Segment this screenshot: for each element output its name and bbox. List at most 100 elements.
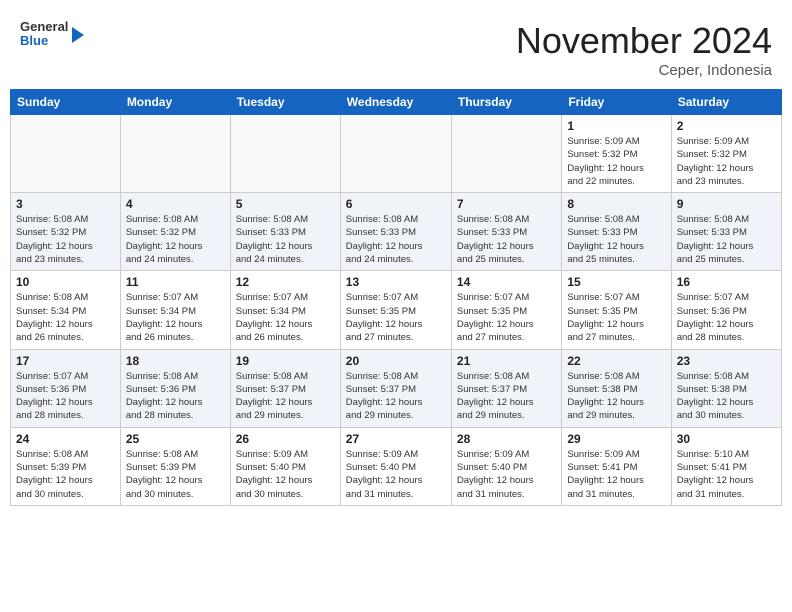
- day-info: Sunrise: 5:07 AM Sunset: 5:35 PM Dayligh…: [346, 291, 446, 344]
- day-number: 22: [567, 354, 665, 368]
- day-number: 15: [567, 275, 665, 289]
- day-number: 12: [236, 275, 335, 289]
- day-info: Sunrise: 5:08 AM Sunset: 5:37 PM Dayligh…: [457, 370, 556, 423]
- calendar-day-cell: 21 Sunrise: 5:08 AM Sunset: 5:37 PM Dayli…: [451, 349, 561, 427]
- page-header: General Blue November 2024 Ceper, Indone…: [10, 10, 782, 84]
- calendar-day-cell: 9 Sunrise: 5:08 AM Sunset: 5:33 PM Daylig…: [671, 193, 781, 271]
- day-number: 28: [457, 432, 556, 446]
- day-number: 2: [677, 119, 776, 133]
- calendar-day-cell: [451, 115, 561, 193]
- calendar-day-cell: [120, 115, 230, 193]
- day-info: Sunrise: 5:07 AM Sunset: 5:34 PM Dayligh…: [236, 291, 335, 344]
- calendar-week-row: 24 Sunrise: 5:08 AM Sunset: 5:39 PM Dayli…: [11, 427, 782, 505]
- day-info: Sunrise: 5:07 AM Sunset: 5:34 PM Dayligh…: [126, 291, 225, 344]
- day-info: Sunrise: 5:08 AM Sunset: 5:34 PM Dayligh…: [16, 291, 115, 344]
- day-info: Sunrise: 5:09 AM Sunset: 5:40 PM Dayligh…: [457, 448, 556, 501]
- day-number: 18: [126, 354, 225, 368]
- day-number: 8: [567, 197, 665, 211]
- calendar-day-header: Saturday: [671, 90, 781, 115]
- day-info: Sunrise: 5:08 AM Sunset: 5:32 PM Dayligh…: [16, 213, 115, 266]
- day-number: 25: [126, 432, 225, 446]
- day-info: Sunrise: 5:09 AM Sunset: 5:40 PM Dayligh…: [236, 448, 335, 501]
- calendar-day-cell: 16Sunrise: 5:07 AM Sunset: 5:36 PM Dayli…: [671, 271, 781, 349]
- calendar-day-cell: [230, 115, 340, 193]
- location-subtitle: Ceper, Indonesia: [516, 62, 772, 79]
- calendar-day-cell: 13 Sunrise: 5:07 AM Sunset: 5:35 PM Dayli…: [340, 271, 451, 349]
- calendar-day-cell: 11Sunrise: 5:07 AM Sunset: 5:34 PM Dayli…: [120, 271, 230, 349]
- day-info: Sunrise: 5:07 AM Sunset: 5:35 PM Dayligh…: [457, 291, 556, 344]
- day-number: 5: [236, 197, 335, 211]
- calendar-day-cell: 14 Sunrise: 5:07 AM Sunset: 5:35 PM Dayli…: [451, 271, 561, 349]
- logo-general: General: [20, 20, 68, 34]
- title-block: November 2024 Ceper, Indonesia: [516, 20, 772, 79]
- day-info: Sunrise: 5:08 AM Sunset: 5:33 PM Dayligh…: [677, 213, 776, 266]
- day-info: Sunrise: 5:08 AM Sunset: 5:33 PM Dayligh…: [346, 213, 446, 266]
- calendar-day-cell: 29Sunrise: 5:09 AM Sunset: 5:41 PM Dayli…: [562, 427, 671, 505]
- calendar-day-cell: 28 Sunrise: 5:09 AM Sunset: 5:40 PM Dayli…: [451, 427, 561, 505]
- calendar-day-cell: 23 Sunrise: 5:08 AM Sunset: 5:38 PM Dayli…: [671, 349, 781, 427]
- day-number: 1: [567, 119, 665, 133]
- logo-blue: Blue: [20, 34, 68, 48]
- calendar-day-cell: 8 Sunrise: 5:08 AM Sunset: 5:33 PM Daylig…: [562, 193, 671, 271]
- day-info: Sunrise: 5:07 AM Sunset: 5:35 PM Dayligh…: [567, 291, 665, 344]
- day-info: Sunrise: 5:08 AM Sunset: 5:33 PM Dayligh…: [457, 213, 556, 266]
- day-number: 26: [236, 432, 335, 446]
- day-number: 30: [677, 432, 776, 446]
- calendar-day-cell: 27Sunrise: 5:09 AM Sunset: 5:40 PM Dayli…: [340, 427, 451, 505]
- day-info: Sunrise: 5:08 AM Sunset: 5:39 PM Dayligh…: [16, 448, 115, 501]
- day-number: 23: [677, 354, 776, 368]
- calendar-day-cell: 30 Sunrise: 5:10 AM Sunset: 5:41 PM Dayli…: [671, 427, 781, 505]
- day-info: Sunrise: 5:08 AM Sunset: 5:33 PM Dayligh…: [567, 213, 665, 266]
- calendar-day-cell: 3 Sunrise: 5:08 AM Sunset: 5:32 PM Daylig…: [11, 193, 121, 271]
- day-number: 24: [16, 432, 115, 446]
- calendar-day-cell: 17Sunrise: 5:07 AM Sunset: 5:36 PM Dayli…: [11, 349, 121, 427]
- day-info: Sunrise: 5:08 AM Sunset: 5:38 PM Dayligh…: [677, 370, 776, 423]
- calendar-week-row: 1 Sunrise: 5:09 AM Sunset: 5:32 PM Daylig…: [11, 115, 782, 193]
- day-info: Sunrise: 5:08 AM Sunset: 5:39 PM Dayligh…: [126, 448, 225, 501]
- day-number: 17: [16, 354, 115, 368]
- calendar-day-cell: 12 Sunrise: 5:07 AM Sunset: 5:34 PM Dayli…: [230, 271, 340, 349]
- calendar-day-cell: 18 Sunrise: 5:08 AM Sunset: 5:36 PM Dayli…: [120, 349, 230, 427]
- month-year-title: November 2024: [516, 20, 772, 62]
- calendar-day-cell: 10Sunrise: 5:08 AM Sunset: 5:34 PM Dayli…: [11, 271, 121, 349]
- day-number: 21: [457, 354, 556, 368]
- day-info: Sunrise: 5:08 AM Sunset: 5:37 PM Dayligh…: [236, 370, 335, 423]
- calendar-day-cell: [340, 115, 451, 193]
- day-info: Sunrise: 5:07 AM Sunset: 5:36 PM Dayligh…: [677, 291, 776, 344]
- calendar-week-row: 10Sunrise: 5:08 AM Sunset: 5:34 PM Dayli…: [11, 271, 782, 349]
- day-number: 19: [236, 354, 335, 368]
- calendar-day-cell: 24 Sunrise: 5:08 AM Sunset: 5:39 PM Dayli…: [11, 427, 121, 505]
- day-number: 9: [677, 197, 776, 211]
- day-info: Sunrise: 5:09 AM Sunset: 5:32 PM Dayligh…: [567, 135, 665, 188]
- calendar-day-cell: 26 Sunrise: 5:09 AM Sunset: 5:40 PM Dayli…: [230, 427, 340, 505]
- day-info: Sunrise: 5:10 AM Sunset: 5:41 PM Dayligh…: [677, 448, 776, 501]
- day-number: 13: [346, 275, 446, 289]
- calendar-day-header: Thursday: [451, 90, 561, 115]
- day-number: 6: [346, 197, 446, 211]
- calendar-day-header: Sunday: [11, 90, 121, 115]
- calendar-day-cell: 4Sunrise: 5:08 AM Sunset: 5:32 PM Daylig…: [120, 193, 230, 271]
- day-number: 14: [457, 275, 556, 289]
- day-info: Sunrise: 5:08 AM Sunset: 5:38 PM Dayligh…: [567, 370, 665, 423]
- calendar-day-header: Wednesday: [340, 90, 451, 115]
- day-number: 4: [126, 197, 225, 211]
- calendar-header-row: SundayMondayTuesdayWednesdayThursdayFrid…: [11, 90, 782, 115]
- calendar-day-cell: 22 Sunrise: 5:08 AM Sunset: 5:38 PM Dayli…: [562, 349, 671, 427]
- calendar-day-cell: [11, 115, 121, 193]
- day-number: 3: [16, 197, 115, 211]
- logo: General Blue: [20, 20, 84, 49]
- logo-text: General Blue: [20, 20, 68, 49]
- calendar-day-cell: 25 Sunrise: 5:08 AM Sunset: 5:39 PM Dayli…: [120, 427, 230, 505]
- logo-arrow-icon: [72, 27, 84, 43]
- day-info: Sunrise: 5:08 AM Sunset: 5:33 PM Dayligh…: [236, 213, 335, 266]
- calendar-day-cell: 20Sunrise: 5:08 AM Sunset: 5:37 PM Dayli…: [340, 349, 451, 427]
- day-info: Sunrise: 5:09 AM Sunset: 5:32 PM Dayligh…: [677, 135, 776, 188]
- calendar-day-cell: 19 Sunrise: 5:08 AM Sunset: 5:37 PM Dayli…: [230, 349, 340, 427]
- day-info: Sunrise: 5:09 AM Sunset: 5:40 PM Dayligh…: [346, 448, 446, 501]
- calendar-day-header: Tuesday: [230, 90, 340, 115]
- day-info: Sunrise: 5:08 AM Sunset: 5:36 PM Dayligh…: [126, 370, 225, 423]
- calendar-day-cell: 6 Sunrise: 5:08 AM Sunset: 5:33 PM Daylig…: [340, 193, 451, 271]
- day-number: 20: [346, 354, 446, 368]
- calendar-week-row: 17Sunrise: 5:07 AM Sunset: 5:36 PM Dayli…: [11, 349, 782, 427]
- day-number: 29: [567, 432, 665, 446]
